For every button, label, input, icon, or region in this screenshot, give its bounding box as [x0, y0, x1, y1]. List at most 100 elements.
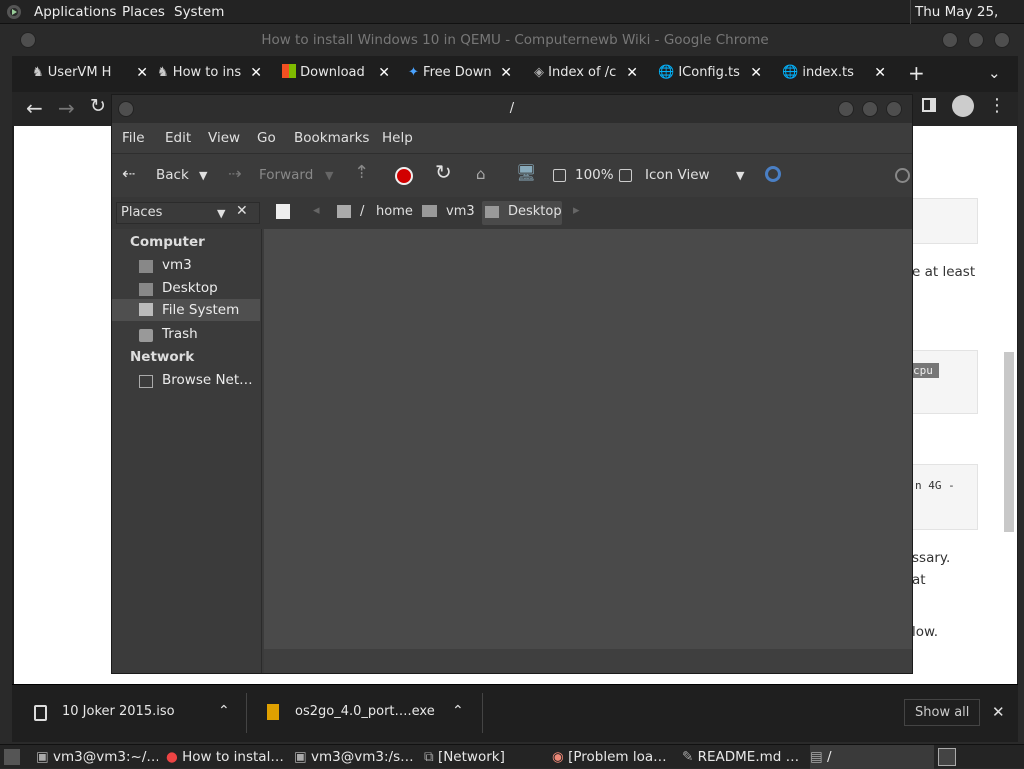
- sidebar-item-browse-network[interactable]: Browse Net…: [162, 372, 253, 388]
- path-bar: Places ▼ ✕ ◂ / home vm3 Desktop ▸: [112, 197, 912, 229]
- task-chrome[interactable]: ● How to instal…: [166, 745, 290, 769]
- up-icon[interactable]: ⇡: [354, 162, 369, 183]
- file-view[interactable]: [264, 229, 912, 649]
- menu-go[interactable]: Go: [257, 130, 276, 146]
- chevron-down-icon[interactable]: ▼: [736, 169, 744, 182]
- forward-arrow-icon[interactable]: ⇢: [228, 164, 241, 183]
- view-mode-select[interactable]: Icon View: [645, 167, 710, 183]
- workspace-switcher[interactable]: [938, 748, 956, 766]
- back-arrow-icon[interactable]: ⇠: [122, 164, 135, 183]
- folder-icon: [422, 205, 437, 217]
- drive-icon[interactable]: [337, 205, 351, 218]
- path-desktop-active[interactable]: Desktop: [482, 201, 562, 225]
- chevron-down-icon[interactable]: ▼: [199, 169, 207, 182]
- zoom-in-icon[interactable]: [619, 169, 632, 182]
- tab-uservm[interactable]: ♞ UserVM H ✕: [32, 58, 148, 88]
- tab-index-ts[interactable]: 🌐 index.ts ✕: [782, 58, 886, 88]
- page-text: at: [912, 572, 926, 588]
- download-item-name[interactable]: 10 Joker 2015.iso: [62, 704, 175, 719]
- minimize-button[interactable]: [942, 32, 958, 48]
- chevron-up-icon[interactable]: ⌃: [218, 703, 230, 719]
- task-file-manager[interactable]: ▤ /: [810, 745, 934, 769]
- minimize-button[interactable]: [838, 101, 854, 117]
- menu-bar: File Edit View Go Bookmarks Help: [112, 123, 912, 153]
- maximize-button[interactable]: [968, 32, 984, 48]
- tab-index-of[interactable]: ◈ Index of /c ✕: [534, 58, 638, 88]
- top-panel: Applications Places System Thu May 25, 0…: [0, 0, 1024, 44]
- edit-location-icon[interactable]: [276, 204, 290, 219]
- back-button[interactable]: Back: [156, 167, 189, 183]
- sidebar-icon[interactable]: [922, 98, 936, 112]
- task-firefox[interactable]: ◉ [Problem loa…: [552, 745, 674, 769]
- download-item-name[interactable]: os2go_4.0_port….exe: [295, 704, 435, 719]
- task-readme[interactable]: ✎ README.md …: [682, 745, 804, 769]
- sidebar-item-desktop[interactable]: Desktop: [162, 280, 218, 296]
- search-icon[interactable]: [765, 166, 781, 182]
- menu-view[interactable]: View: [208, 130, 240, 146]
- menu-edit[interactable]: Edit: [165, 130, 191, 146]
- gnome-foot-icon[interactable]: [6, 4, 22, 20]
- network-section: Network: [130, 349, 195, 365]
- home-folder-icon[interactable]: ⌂: [476, 165, 486, 183]
- forward-arrow-icon[interactable]: →: [58, 96, 75, 120]
- path-home[interactable]: home: [376, 204, 413, 219]
- sidebar-item-vm3[interactable]: vm3: [162, 257, 192, 273]
- chevron-up-icon[interactable]: ⌃: [452, 703, 464, 719]
- page-text: ssary.: [912, 550, 951, 566]
- trash-icon: [139, 329, 153, 342]
- profile-avatar-icon[interactable]: [952, 95, 974, 117]
- computer-icon[interactable]: 🖥: [516, 163, 536, 182]
- folder-icon: [485, 206, 499, 218]
- system-menu[interactable]: System: [174, 0, 224, 24]
- zoom-level[interactable]: 100%: [575, 167, 614, 183]
- task-network[interactable]: ⧉ [Network]: [424, 745, 544, 769]
- file-manager-title: /: [509, 101, 515, 116]
- chevron-right-icon[interactable]: ▸: [573, 203, 580, 218]
- close-downloads-button[interactable]: ✕: [992, 703, 1005, 721]
- menu-bookmarks[interactable]: Bookmarks: [294, 130, 369, 146]
- close-sidebar-icon[interactable]: ✕: [236, 203, 248, 219]
- tab-download[interactable]: Download ✕: [282, 58, 390, 88]
- task-terminal-1[interactable]: ▣ vm3@vm3:~/…: [36, 745, 158, 769]
- close-icon: ✕: [874, 65, 886, 81]
- sidebar-item-file-system[interactable]: File System: [112, 299, 260, 321]
- menu-file[interactable]: File: [122, 130, 145, 146]
- chrome-titlebar: How to install Windows 10 in QEMU - Comp…: [12, 24, 1018, 56]
- close-button[interactable]: [994, 32, 1010, 48]
- back-arrow-icon[interactable]: ←: [26, 96, 43, 120]
- kebab-menu-icon[interactable]: ⋮: [988, 95, 1006, 116]
- code-block: cpu: [912, 350, 978, 414]
- chevron-down-icon[interactable]: ▼: [325, 169, 333, 182]
- throbber-icon: [895, 168, 910, 183]
- clock[interactable]: Thu May 25, 06:41: [910, 0, 1024, 44]
- task-terminal-2[interactable]: ▣ vm3@vm3:/s…: [294, 745, 418, 769]
- reload-icon[interactable]: ↻: [90, 95, 106, 117]
- show-all-button[interactable]: Show all: [904, 699, 981, 726]
- places-menu[interactable]: Places: [122, 0, 165, 24]
- divider: [482, 693, 483, 733]
- forward-button[interactable]: Forward: [259, 167, 313, 183]
- disc-file-icon: [34, 705, 47, 721]
- menu-help[interactable]: Help: [382, 130, 413, 146]
- show-desktop-icon[interactable]: [4, 749, 20, 765]
- close-button[interactable]: [886, 101, 902, 117]
- new-tab-button[interactable]: +: [908, 58, 925, 88]
- tab-list-button[interactable]: ⌄: [988, 58, 1001, 88]
- path-root[interactable]: /: [360, 204, 364, 219]
- code-block: [912, 198, 978, 244]
- page-text: e at least: [912, 264, 976, 280]
- stop-icon[interactable]: [395, 167, 413, 185]
- tab-iconfig[interactable]: 🌐 IConfig.ts ✕: [658, 58, 762, 88]
- zoom-out-icon[interactable]: [553, 169, 566, 182]
- page-scrollbar[interactable]: [1004, 352, 1014, 532]
- reload-icon[interactable]: ↻: [435, 160, 452, 184]
- path-vm3[interactable]: vm3: [446, 204, 475, 219]
- sidebar-item-trash[interactable]: Trash: [162, 326, 198, 342]
- window-menu-button[interactable]: [118, 101, 134, 117]
- chevron-left-icon[interactable]: ◂: [313, 203, 320, 218]
- close-icon: ✕: [136, 65, 148, 81]
- maximize-button[interactable]: [862, 101, 878, 117]
- applications-menu[interactable]: Applications: [34, 0, 116, 24]
- tab-how-to-install[interactable]: ♞ How to ins ✕: [157, 58, 262, 88]
- tab-free-download[interactable]: ✦ Free Down ✕: [408, 58, 512, 88]
